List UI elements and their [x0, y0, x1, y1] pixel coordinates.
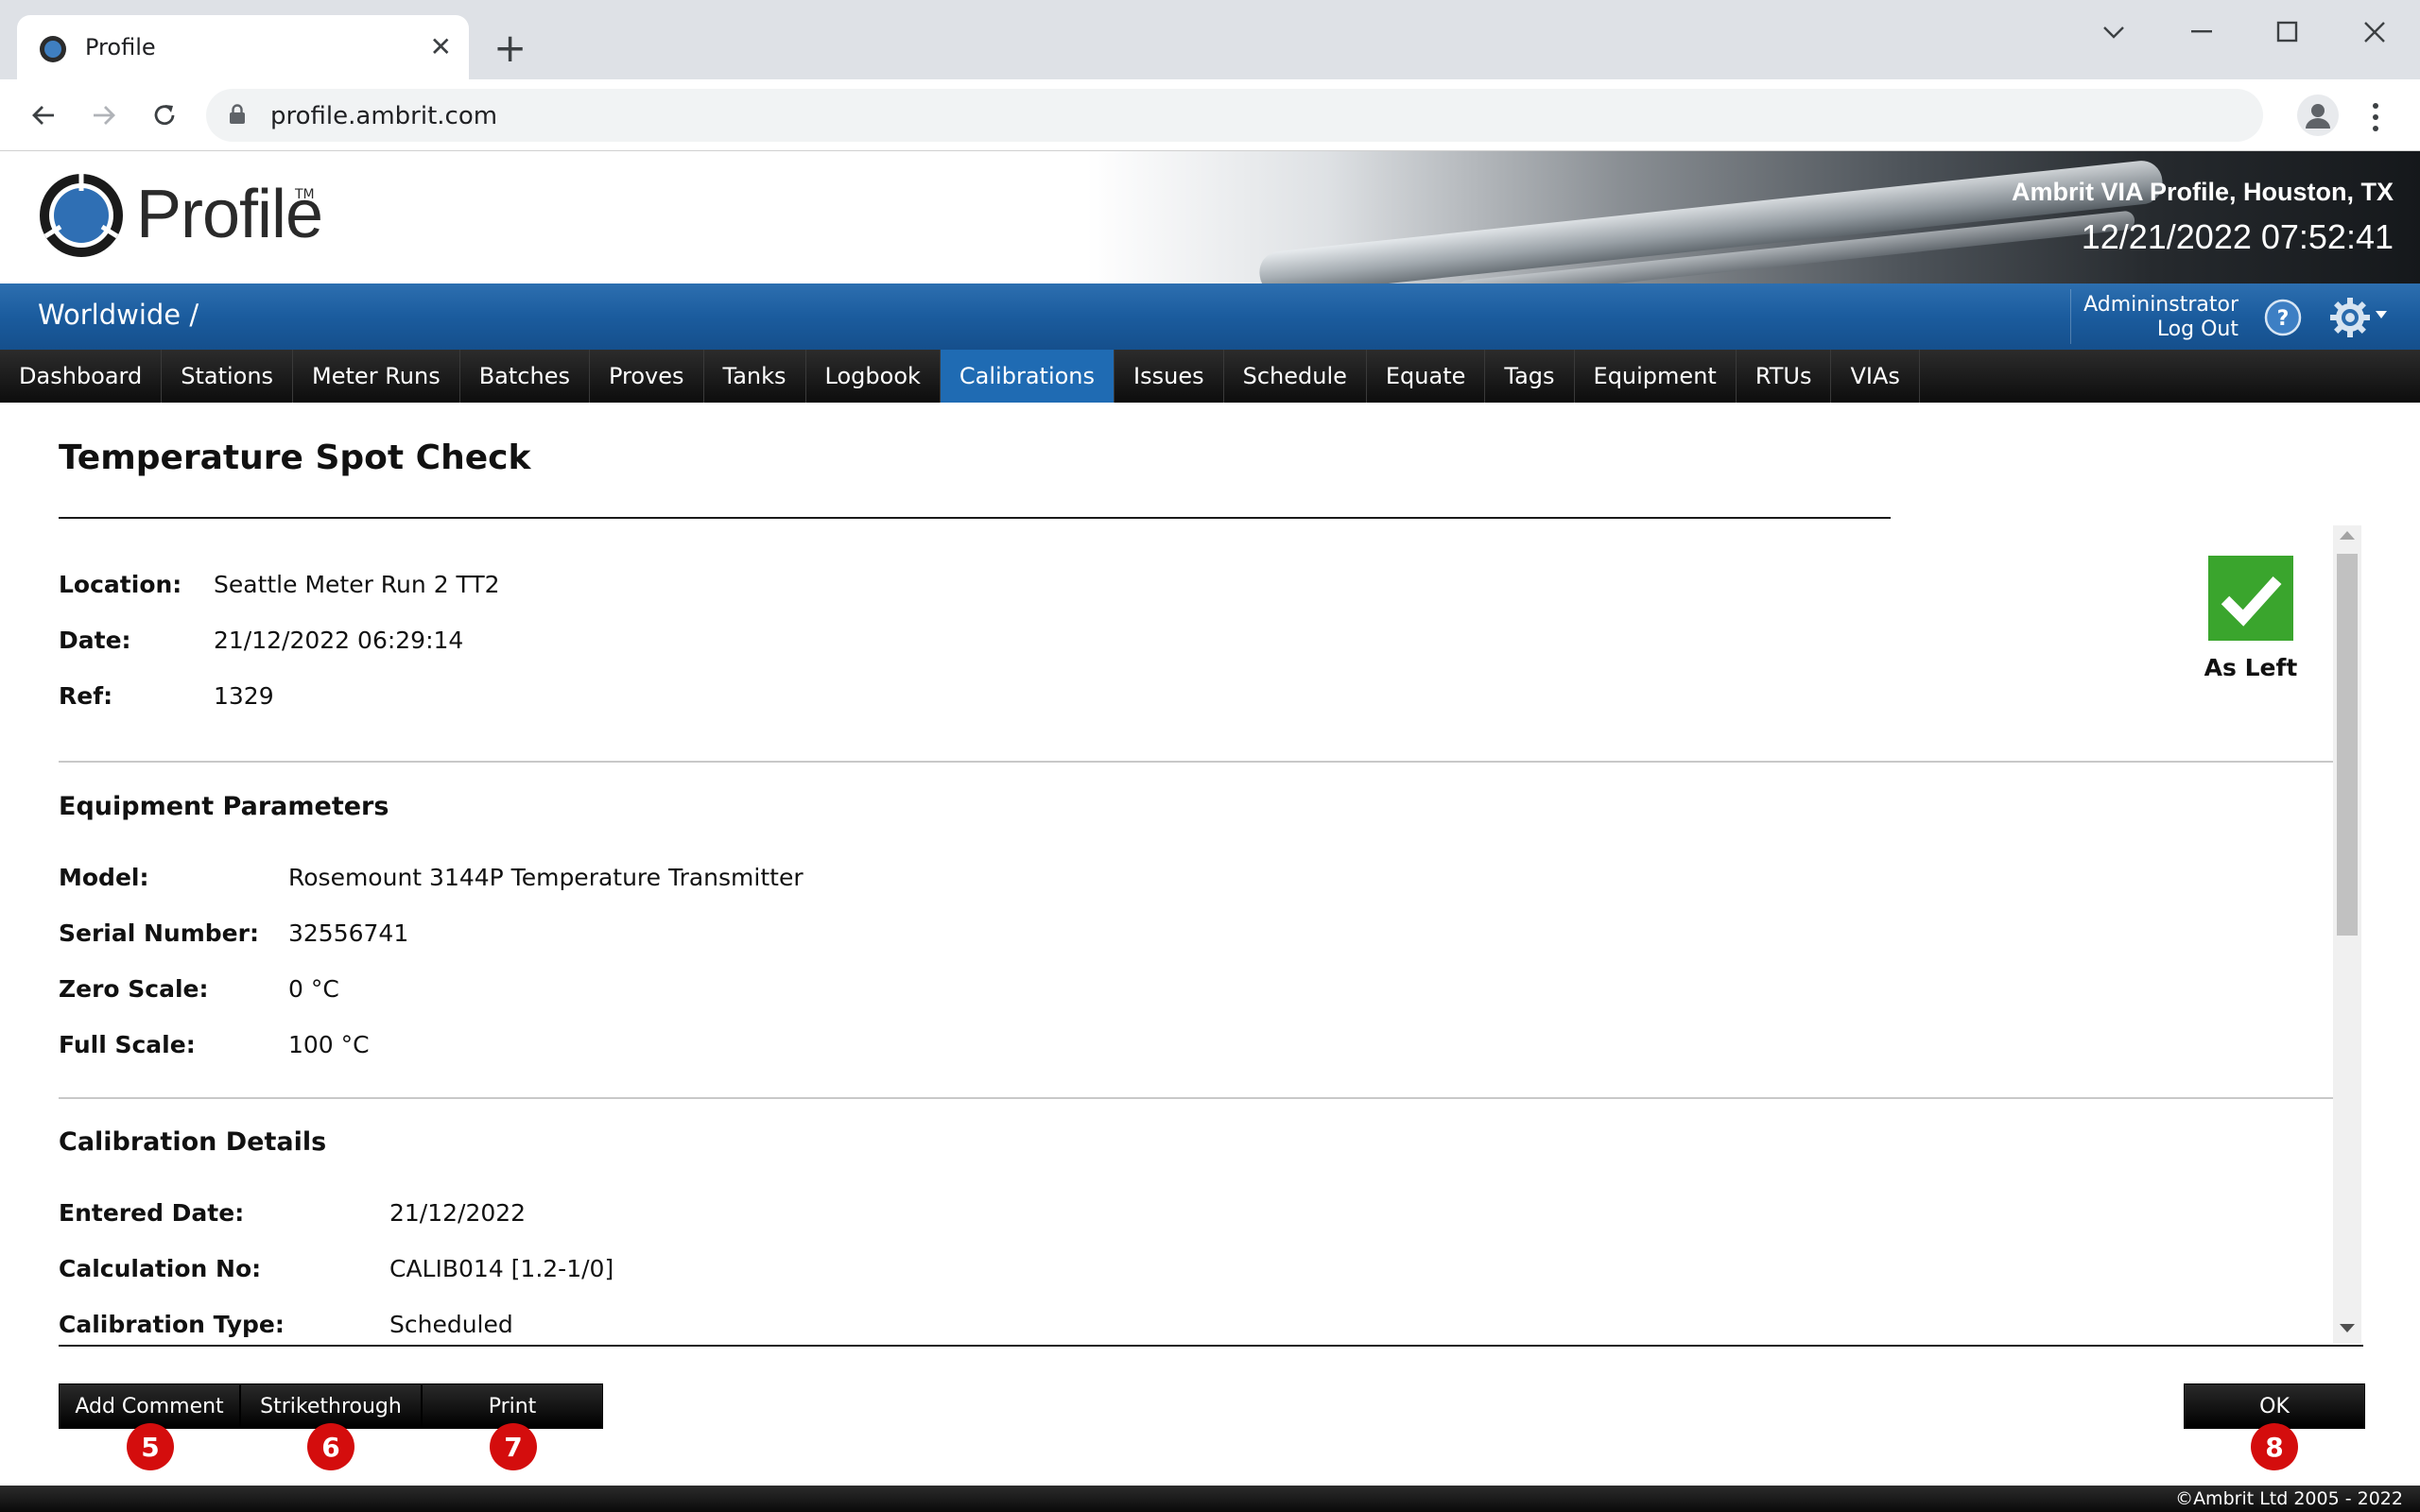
window-close-icon[interactable]	[2346, 13, 2403, 51]
ok-button[interactable]: OK	[2184, 1383, 2365, 1429]
model-label: Model:	[59, 864, 149, 891]
app-header: Profile TM Ambrit VIA Profile, Houston, …	[0, 151, 2420, 284]
nav-item-proves[interactable]: Proves	[590, 350, 704, 403]
status-label: As Left	[2204, 654, 2298, 681]
tab-search-chevron-icon[interactable]	[2085, 13, 2142, 51]
ref-label: Ref:	[59, 682, 113, 710]
new-tab-icon[interactable]: +	[493, 28, 527, 68]
nav-item-dashboard[interactable]: Dashboard	[0, 350, 163, 403]
nav-item-equate[interactable]: Equate	[1367, 350, 1486, 403]
maximize-icon[interactable]	[2259, 13, 2316, 51]
tab-title: Profile	[85, 34, 156, 60]
nav-item-vias[interactable]: VIAs	[1831, 350, 1920, 403]
help-icon[interactable]: ?	[2263, 298, 2303, 337]
nav-item-meter-runs[interactable]: Meter Runs	[293, 350, 460, 403]
url-text: profile.ambrit.com	[270, 102, 498, 130]
svg-text:?: ?	[2277, 307, 2290, 331]
profile-favicon-icon	[40, 36, 66, 62]
check-icon	[2208, 556, 2293, 641]
nav-items: Dashboard Stations Meter Runs Batches Proves…	[0, 350, 1920, 403]
page-title: Temperature Spot Check	[59, 438, 531, 477]
zero-scale-label: Zero Scale:	[59, 975, 209, 1003]
main-nav: Dashboard Stations Meter Runs Batches Proves…	[0, 350, 2420, 403]
lock-icon	[230, 104, 245, 124]
model-value: Rosemount 3144P Temperature Transmitter	[288, 864, 804, 891]
content-bottom-divider	[59, 1345, 2363, 1347]
print-button[interactable]: Print	[422, 1383, 603, 1429]
full-scale-value: 100 °C	[288, 1031, 370, 1058]
step-badge: 5	[127, 1423, 174, 1470]
browser-toolbar: profile.ambrit.com	[0, 79, 2420, 151]
nav-item-schedule[interactable]: Schedule	[1224, 350, 1367, 403]
serial-value: 32556741	[288, 919, 409, 947]
serial-label: Serial Number:	[59, 919, 259, 947]
browser-tab[interactable]: Profile ✕	[17, 15, 469, 79]
section-divider	[59, 1097, 2333, 1099]
calibration-section-title: Calibration Details	[59, 1127, 327, 1157]
ref-value: 1329	[214, 682, 274, 710]
nav-item-batches[interactable]: Batches	[460, 350, 590, 403]
equipment-section-title: Equipment Parameters	[59, 792, 389, 821]
step-badge: 7	[490, 1423, 537, 1470]
divider	[2070, 289, 2071, 344]
forward-arrow-icon[interactable]	[85, 96, 123, 134]
breadcrumb-bar: Worldwide / Admininstrator Log Out ?	[0, 284, 2420, 350]
browser-tabstrip: Profile ✕ +	[0, 0, 2420, 79]
breadcrumb[interactable]: Worldwide /	[38, 299, 199, 331]
entered-date-label: Entered Date:	[59, 1199, 245, 1227]
calibration-type-label: Calibration Type:	[59, 1311, 285, 1338]
nav-item-logbook[interactable]: Logbook	[806, 350, 941, 403]
calculation-no-label: Calculation No:	[59, 1255, 262, 1282]
nav-item-tags[interactable]: Tags	[1485, 350, 1575, 403]
nav-item-stations[interactable]: Stations	[162, 350, 294, 403]
scrollbar-thumb[interactable]	[2337, 554, 2358, 936]
back-arrow-icon[interactable]	[25, 96, 62, 134]
site-name: Ambrit VIA Profile, Houston, TX	[2011, 178, 2394, 206]
full-scale-label: Full Scale:	[59, 1031, 196, 1058]
minimize-icon[interactable]	[2174, 13, 2231, 51]
nav-item-rtus[interactable]: RTUs	[1737, 350, 1832, 403]
close-tab-icon[interactable]: ✕	[430, 30, 452, 64]
location-label: Location:	[59, 571, 182, 598]
add-comment-button[interactable]: Add Comment	[59, 1383, 240, 1429]
nav-item-calibrations[interactable]: Calibrations	[940, 350, 1115, 403]
strikethrough-button[interactable]: Strikethrough	[240, 1383, 422, 1429]
logout-link[interactable]: Log Out	[2157, 318, 2238, 341]
title-divider	[59, 517, 1891, 519]
nav-item-tanks[interactable]: Tanks	[704, 350, 806, 403]
address-bar[interactable]: profile.ambrit.com	[206, 89, 2263, 142]
page-footer: ©Ambrit Ltd 2005 - 2022	[0, 1486, 2420, 1512]
chevron-down-icon[interactable]	[2375, 310, 2388, 319]
step-badge: 8	[2251, 1423, 2298, 1470]
section-divider	[59, 761, 2333, 763]
step-badge: 6	[307, 1423, 354, 1470]
zero-scale-value: 0 °C	[288, 975, 339, 1003]
date-label: Date:	[59, 627, 131, 654]
entered-date-value: 21/12/2022	[389, 1199, 527, 1227]
date-value: 21/12/2022 06:29:14	[214, 627, 464, 654]
nav-item-equipment[interactable]: Equipment	[1575, 350, 1737, 403]
scroll-up-arrow-icon[interactable]	[2339, 529, 2356, 541]
browser-profile-icon[interactable]	[2297, 94, 2339, 136]
calculation-no-value: CALIB014 [1.2-1/0]	[389, 1255, 614, 1282]
scroll-down-arrow-icon[interactable]	[2339, 1323, 2356, 1334]
user-name[interactable]: Admininstrator	[2083, 293, 2238, 317]
nav-item-issues[interactable]: Issues	[1115, 350, 1224, 403]
logo-trademark: TM	[295, 187, 315, 202]
location-value: Seattle Meter Run 2 TT2	[214, 571, 500, 598]
profile-logo-icon[interactable]	[38, 172, 125, 259]
copyright: ©Ambrit Ltd 2005 - 2022	[2175, 1488, 2403, 1509]
calibration-type-value: Scheduled	[389, 1311, 513, 1338]
header-datetime: 12/21/2022 07:52:41	[2081, 217, 2394, 256]
reload-icon[interactable]	[146, 96, 183, 134]
browser-menu-icon[interactable]	[2361, 100, 2390, 134]
gear-icon[interactable]	[2327, 295, 2373, 340]
